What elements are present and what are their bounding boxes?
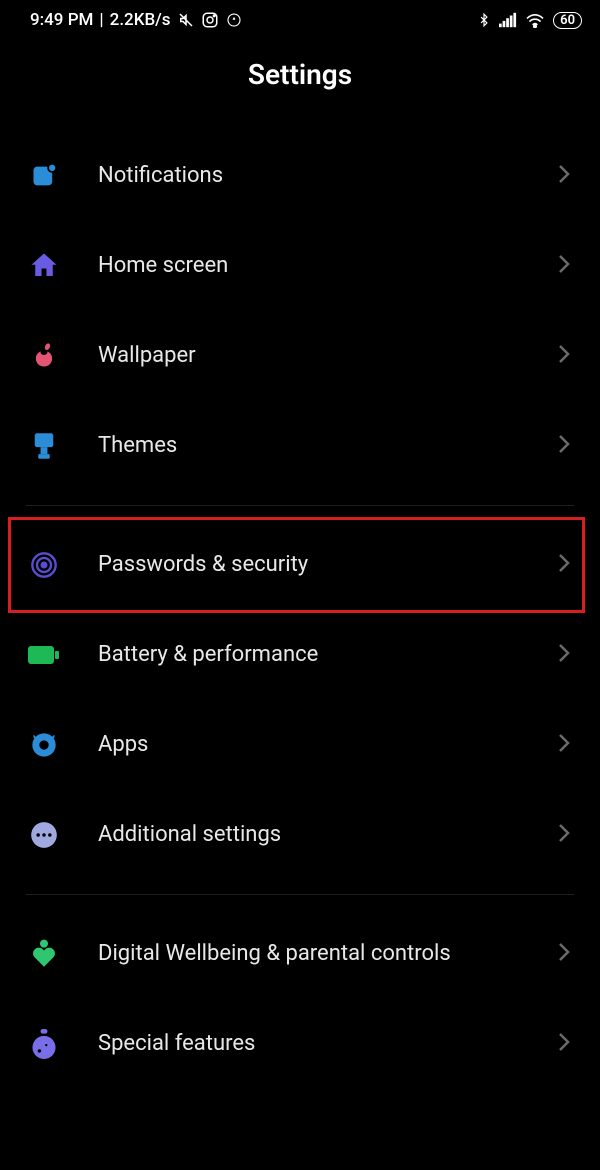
settings-item-digital-wellbeing[interactable]: Digital Wellbeing & parental controls <box>18 909 582 999</box>
section-divider <box>26 894 574 895</box>
battery-icon <box>26 637 62 673</box>
chevron-right-icon <box>558 254 570 278</box>
fingerprint-icon <box>26 547 62 583</box>
settings-item-wallpaper[interactable]: Wallpaper <box>18 311 582 401</box>
wifi-icon <box>525 12 545 28</box>
settings-item-label: Battery & performance <box>98 641 558 670</box>
settings-item-apps[interactable]: Apps <box>18 700 582 790</box>
chevron-right-icon <box>558 434 570 458</box>
status-right: 60 <box>477 11 582 29</box>
chevron-right-icon <box>558 164 570 188</box>
special-icon <box>26 1026 62 1062</box>
chevron-right-icon <box>558 553 570 577</box>
more-icon <box>26 817 62 853</box>
settings-list: Notifications Home screen Wallpaper Them… <box>0 131 600 1089</box>
wellbeing-icon <box>26 936 62 972</box>
settings-item-battery[interactable]: Battery & performance <box>18 610 582 700</box>
chevron-right-icon <box>558 823 570 847</box>
settings-item-label: Home screen <box>98 252 558 281</box>
settings-item-label: Additional settings <box>98 821 558 850</box>
page-title: Settings <box>0 36 600 131</box>
settings-item-label: Digital Wellbeing & parental controls <box>98 940 558 969</box>
status-time: 9:49 PM <box>30 10 93 30</box>
settings-item-label: Special features <box>98 1030 558 1059</box>
settings-item-passwords-security[interactable]: Passwords & security <box>8 517 585 613</box>
settings-item-label: Notifications <box>98 162 558 191</box>
chevron-right-icon <box>558 344 570 368</box>
chevron-right-icon <box>558 1032 570 1056</box>
notifications-icon <box>26 158 62 194</box>
status-left: 9:49 PM | 2.2KB/s <box>30 10 243 30</box>
themes-icon <box>26 428 62 464</box>
mute-icon <box>177 11 195 29</box>
crest-icon <box>225 11 243 29</box>
bluetooth-icon <box>477 11 491 29</box>
settings-item-themes[interactable]: Themes <box>18 401 582 491</box>
settings-item-home-screen[interactable]: Home screen <box>18 221 582 311</box>
settings-item-special-features[interactable]: Special features <box>18 999 582 1089</box>
battery-indicator: 60 <box>553 12 582 29</box>
chevron-right-icon <box>558 733 570 757</box>
settings-item-label: Themes <box>98 432 558 461</box>
section-divider <box>26 505 574 506</box>
settings-item-label: Wallpaper <box>98 342 558 371</box>
status-divider: | <box>99 10 103 30</box>
apps-icon <box>26 727 62 763</box>
status-data-rate: 2.2KB/s <box>110 10 171 30</box>
settings-item-label: Passwords & security <box>98 551 558 580</box>
chevron-right-icon <box>558 942 570 966</box>
instagram-icon <box>201 11 219 29</box>
settings-item-notifications[interactable]: Notifications <box>18 131 582 221</box>
settings-item-additional[interactable]: Additional settings <box>18 790 582 880</box>
status-bar: 9:49 PM | 2.2KB/s 60 <box>0 0 600 36</box>
home-icon <box>26 248 62 284</box>
signal-icon <box>499 12 517 28</box>
wallpaper-icon <box>26 338 62 374</box>
settings-item-label: Apps <box>98 731 558 760</box>
chevron-right-icon <box>558 643 570 667</box>
